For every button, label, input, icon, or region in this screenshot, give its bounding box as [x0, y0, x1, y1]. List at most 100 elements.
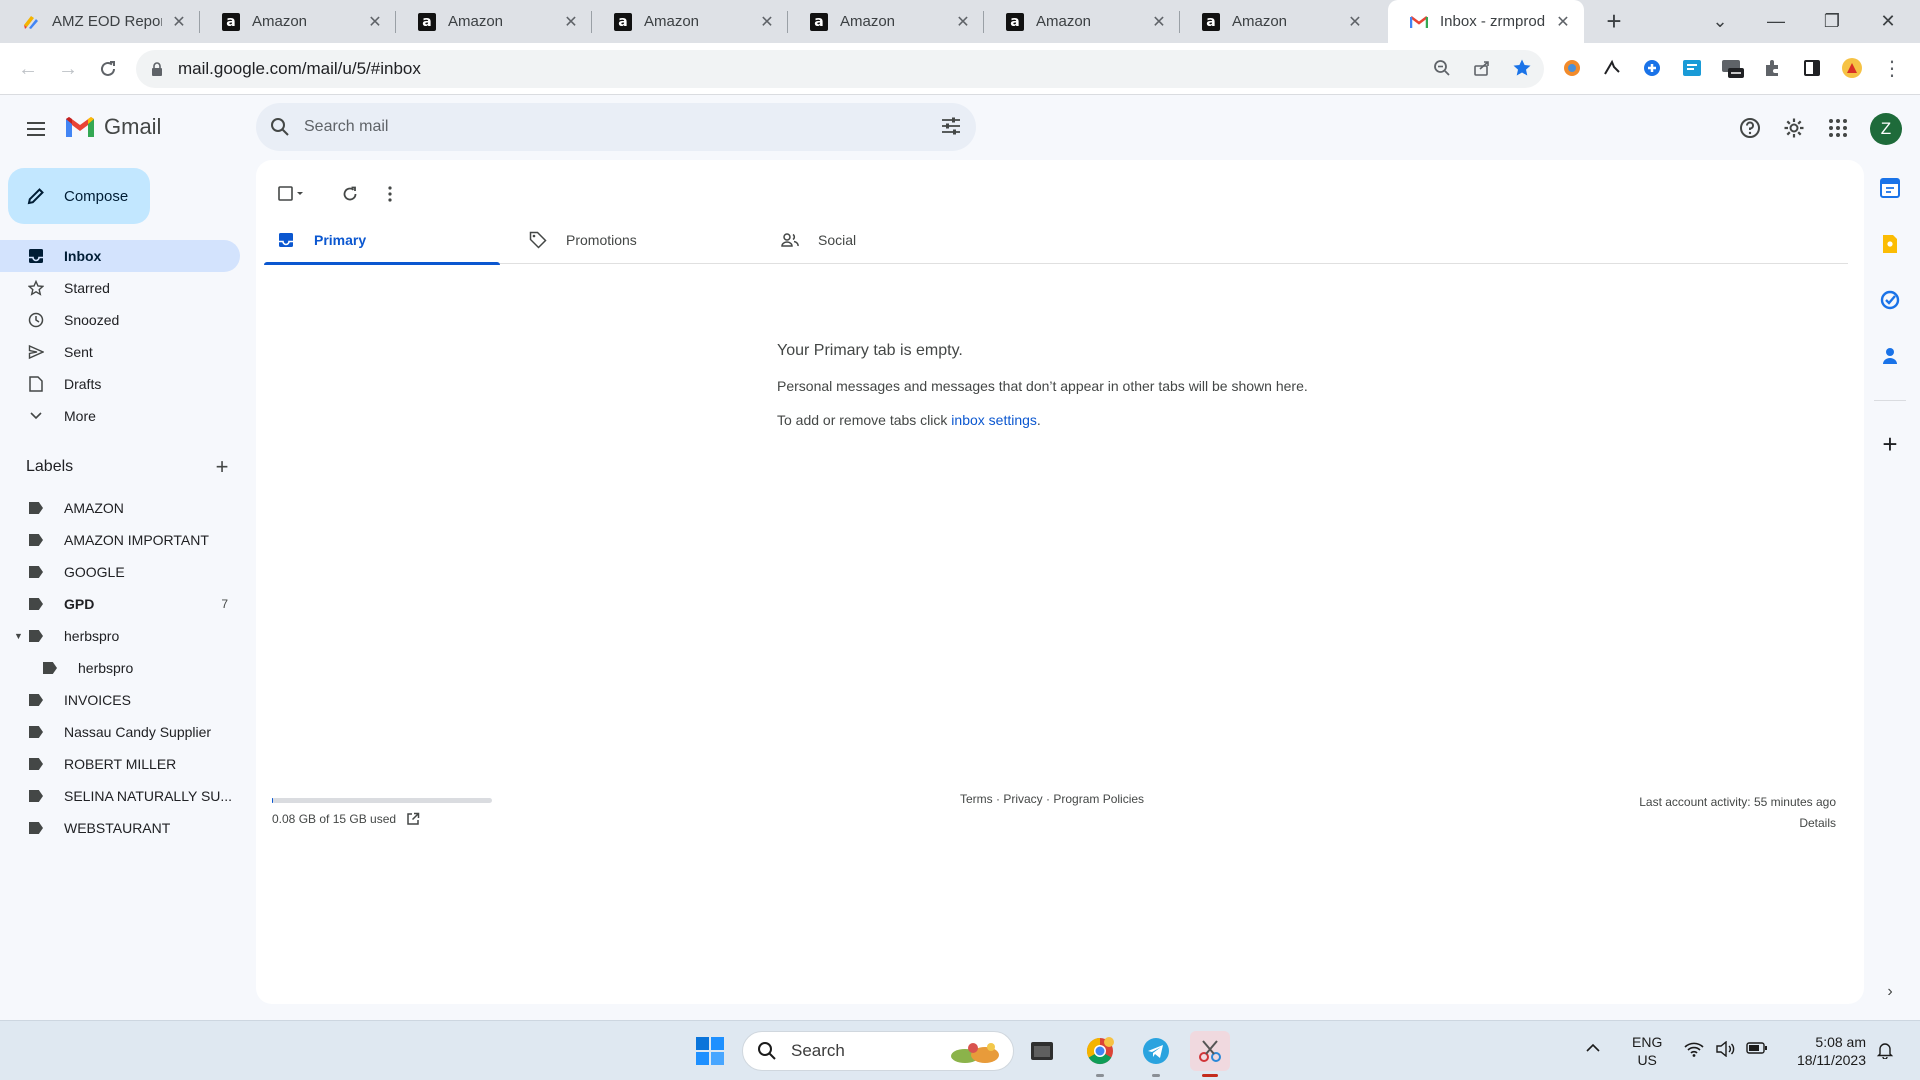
- account-avatar[interactable]: Z: [1870, 113, 1902, 145]
- close-tab-icon[interactable]: ✕: [170, 12, 188, 32]
- google-apps-icon[interactable]: [1822, 112, 1854, 144]
- restore-button[interactable]: ❐: [1804, 0, 1860, 43]
- gmail-logo[interactable]: Gmail: [64, 114, 161, 140]
- telegram-icon[interactable]: [1136, 1031, 1176, 1077]
- label-item[interactable]: INVOICES: [0, 684, 240, 716]
- forward-button[interactable]: →: [52, 53, 84, 85]
- zoom-icon[interactable]: [1427, 53, 1457, 83]
- new-tab-button[interactable]: +: [1598, 6, 1630, 38]
- program-policies-link[interactable]: Program Policies: [1053, 792, 1144, 806]
- search-input[interactable]: Search mail: [256, 103, 976, 151]
- battery-icon[interactable]: [1746, 1041, 1768, 1059]
- nav-item-snoozed[interactable]: Snoozed: [0, 304, 240, 336]
- close-tab-icon[interactable]: ✕: [1346, 12, 1364, 32]
- help-icon[interactable]: [1734, 112, 1766, 144]
- label-item[interactable]: AMAZON IMPORTANT: [0, 524, 240, 556]
- close-tab-icon[interactable]: ✕: [366, 12, 384, 32]
- browser-tab[interactable]: a Amazon ✕: [592, 0, 788, 43]
- file-manager-icon[interactable]: [1022, 1031, 1062, 1071]
- extension-fba-icon[interactable]: [1679, 55, 1705, 81]
- browser-tab[interactable]: AMZ EOD Report ✕: [0, 0, 200, 43]
- snipping-tool-icon[interactable]: [1190, 1031, 1230, 1077]
- inbox-settings-link[interactable]: inbox settings: [951, 412, 1037, 428]
- notification-bell-icon[interactable]: [1876, 1041, 1894, 1063]
- extension-blue-icon[interactable]: [1639, 55, 1665, 81]
- label-item[interactable]: GPD 7: [0, 588, 240, 620]
- search-icon[interactable]: [270, 117, 290, 137]
- contacts-app-icon[interactable]: [1876, 342, 1904, 370]
- tab-promotions[interactable]: Promotions: [516, 216, 752, 264]
- profile-icon[interactable]: [1839, 55, 1865, 81]
- browser-tab[interactable]: a Amazon ✕: [788, 0, 984, 43]
- search-options-icon[interactable]: [940, 115, 962, 137]
- nav-item-inbox[interactable]: Inbox: [0, 240, 240, 272]
- get-addons-icon[interactable]: +: [1876, 429, 1904, 459]
- chrome-taskbar-icon[interactable]: [1080, 1031, 1120, 1077]
- browser-menu-icon[interactable]: ⋮: [1879, 55, 1905, 81]
- reload-button[interactable]: [92, 53, 124, 85]
- nav-item-starred[interactable]: Starred: [0, 272, 240, 304]
- label-item-nested[interactable]: herbspro: [0, 652, 240, 684]
- privacy-link[interactable]: Privacy: [1003, 792, 1042, 806]
- extensions-puzzle-icon[interactable]: [1759, 55, 1785, 81]
- volume-icon[interactable]: [1716, 1040, 1736, 1061]
- close-tab-icon[interactable]: ✕: [1150, 12, 1168, 32]
- back-button[interactable]: ←: [12, 53, 44, 85]
- extension-arrow-icon[interactable]: [1599, 55, 1625, 81]
- select-checkbox[interactable]: [274, 176, 310, 212]
- nav-item-drafts[interactable]: Drafts: [0, 368, 240, 400]
- expand-caret-icon[interactable]: ▼: [14, 631, 23, 641]
- refresh-icon[interactable]: [332, 176, 368, 212]
- close-tab-icon[interactable]: ✕: [954, 12, 972, 32]
- windows-start-icon[interactable]: [690, 1031, 730, 1071]
- main-menu-icon[interactable]: [20, 113, 52, 145]
- nav-item-sent[interactable]: Sent: [0, 336, 240, 368]
- minimize-button[interactable]: —: [1748, 0, 1804, 43]
- label-item[interactable]: SELINA NATURALLY SU...: [0, 780, 240, 812]
- create-label-button[interactable]: +: [212, 456, 232, 480]
- browser-tab[interactable]: a Amazon ✕: [200, 0, 396, 43]
- label-item[interactable]: ROBERT MILLER: [0, 748, 240, 780]
- label-name: ROBERT MILLER: [64, 756, 177, 772]
- share-icon[interactable]: [1467, 53, 1497, 83]
- taskbar-search-box[interactable]: Search: [742, 1031, 1014, 1071]
- tasks-app-icon[interactable]: [1876, 286, 1904, 314]
- terms-link[interactable]: Terms: [960, 792, 993, 806]
- more-options-icon[interactable]: [372, 176, 408, 212]
- close-tab-icon[interactable]: ✕: [758, 12, 776, 32]
- label-item[interactable]: WEBSTAURANT: [0, 812, 240, 844]
- nav-item-more[interactable]: More: [0, 400, 240, 432]
- side-panel-icon[interactable]: [1799, 55, 1825, 81]
- extension-orange-icon[interactable]: [1559, 55, 1585, 81]
- settings-gear-icon[interactable]: [1778, 112, 1810, 144]
- show-side-panel-icon[interactable]: ›: [1876, 978, 1904, 1006]
- close-window-button[interactable]: ✕: [1860, 0, 1916, 43]
- open-in-new-icon[interactable]: [406, 812, 420, 826]
- label-item[interactable]: ▼ herbspro: [0, 620, 240, 652]
- side-panel-divider: [1874, 400, 1906, 401]
- label-tag-icon: [28, 628, 44, 644]
- keep-app-icon[interactable]: [1876, 230, 1904, 258]
- wifi-icon[interactable]: [1684, 1041, 1704, 1061]
- label-item[interactable]: Nassau Candy Supplier: [0, 716, 240, 748]
- tab-search-icon[interactable]: ⌄: [1692, 0, 1748, 43]
- compose-button[interactable]: Compose: [8, 168, 150, 224]
- tab-social[interactable]: Social: [768, 216, 1004, 264]
- address-bar[interactable]: mail.google.com/mail/u/5/#inbox: [136, 50, 1544, 88]
- browser-tab-active[interactable]: Inbox - zrmprod ✕: [1388, 0, 1584, 43]
- browser-tab[interactable]: a Amazon ✕: [1180, 0, 1376, 43]
- details-link[interactable]: Details: [1639, 813, 1836, 834]
- bookmark-star-icon[interactable]: [1507, 53, 1537, 83]
- calendar-app-icon[interactable]: [1876, 174, 1904, 202]
- close-tab-icon[interactable]: ✕: [562, 12, 580, 32]
- system-clock[interactable]: 5:08 am 18/11/2023: [1784, 1033, 1866, 1069]
- language-indicator[interactable]: ENG US: [1632, 1033, 1662, 1069]
- browser-tab[interactable]: a Amazon ✕: [396, 0, 592, 43]
- close-tab-icon[interactable]: ✕: [1554, 12, 1572, 32]
- browser-tab[interactable]: a Amazon ✕: [984, 0, 1180, 43]
- show-hidden-icons-icon[interactable]: [1586, 1039, 1600, 1057]
- extension-off-icon[interactable]: [1719, 55, 1745, 81]
- label-item[interactable]: AMAZON: [0, 492, 240, 524]
- tab-primary[interactable]: Primary: [264, 216, 500, 265]
- label-item[interactable]: GOOGLE: [0, 556, 240, 588]
